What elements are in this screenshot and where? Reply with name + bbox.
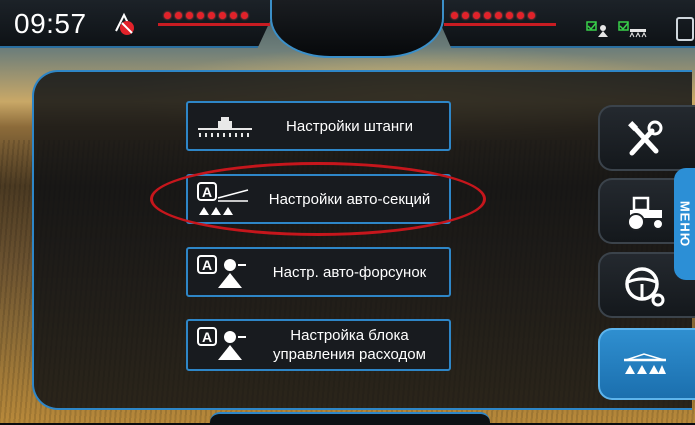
section-indicator xyxy=(517,12,524,19)
boom-settings-label: Настройки штанги xyxy=(286,117,413,135)
section-indicator xyxy=(208,12,215,19)
right-section-indicators xyxy=(451,12,535,19)
svg-text:A: A xyxy=(202,329,212,345)
flow-control-settings-button[interactable]: A Настройка блока управления расходом xyxy=(186,319,451,371)
section-indicator xyxy=(495,12,502,19)
auto-nozzle-settings-label: Настр. авто-форсунок xyxy=(272,263,427,281)
sprayer-icon xyxy=(624,353,666,374)
auto-nozzle-icon: A xyxy=(197,255,246,288)
section-indicator xyxy=(164,12,171,19)
section-status-icon xyxy=(586,21,647,38)
flow-control-label-line2: управления расходом xyxy=(273,346,426,363)
left-section-bar xyxy=(158,23,270,26)
right-section-bar xyxy=(444,23,556,26)
section-indicator xyxy=(473,12,480,19)
section-indicator xyxy=(462,12,469,19)
auto-section-settings-label: Настройки авто-секций xyxy=(268,190,431,208)
steering-settings-icon xyxy=(625,267,665,307)
section-indicator xyxy=(197,12,204,19)
section-indicator xyxy=(451,12,458,19)
section-indicator xyxy=(175,12,182,19)
svg-text:A: A xyxy=(202,257,212,273)
menu-label: МЕНЮ xyxy=(677,200,693,248)
gps-off-icon[interactable] xyxy=(110,11,136,37)
section-indicator xyxy=(241,12,248,19)
section-indicator xyxy=(484,12,491,19)
section-indicator xyxy=(506,12,513,19)
tab-sprayer[interactable] xyxy=(598,328,695,400)
bottom-plate xyxy=(210,412,490,425)
section-indicator xyxy=(230,12,237,19)
svg-text:A: A xyxy=(202,184,212,200)
section-indicator xyxy=(219,12,226,19)
status-bar: 09:57 xyxy=(0,0,695,58)
section-indicator xyxy=(186,12,193,19)
flow-control-icon: A xyxy=(197,327,246,360)
flow-control-settings-label: Настройка блока управления расходом xyxy=(258,326,441,364)
clock: 09:57 xyxy=(14,8,87,39)
left-section-indicators xyxy=(164,12,248,19)
tractor-icon xyxy=(627,196,664,231)
tools-icon xyxy=(628,120,663,156)
section-indicator xyxy=(528,12,535,19)
auto-nozzle-settings-button[interactable]: A Настр. авто-форсунок xyxy=(186,247,451,297)
auto-section-settings-button[interactable]: A Настройки авто-секций xyxy=(186,174,451,224)
boom-settings-button[interactable]: Настройки штанги xyxy=(186,101,451,151)
menu-tab-label[interactable]: МЕНЮ xyxy=(674,168,695,280)
status-bar-center xyxy=(270,0,444,58)
boom-sprayer-icon xyxy=(198,117,252,137)
auto-section-icon: A xyxy=(197,182,249,215)
flow-control-label-line1: Настройка блока xyxy=(290,327,409,344)
device-icon[interactable] xyxy=(676,17,694,41)
tab-tools[interactable] xyxy=(598,105,695,171)
